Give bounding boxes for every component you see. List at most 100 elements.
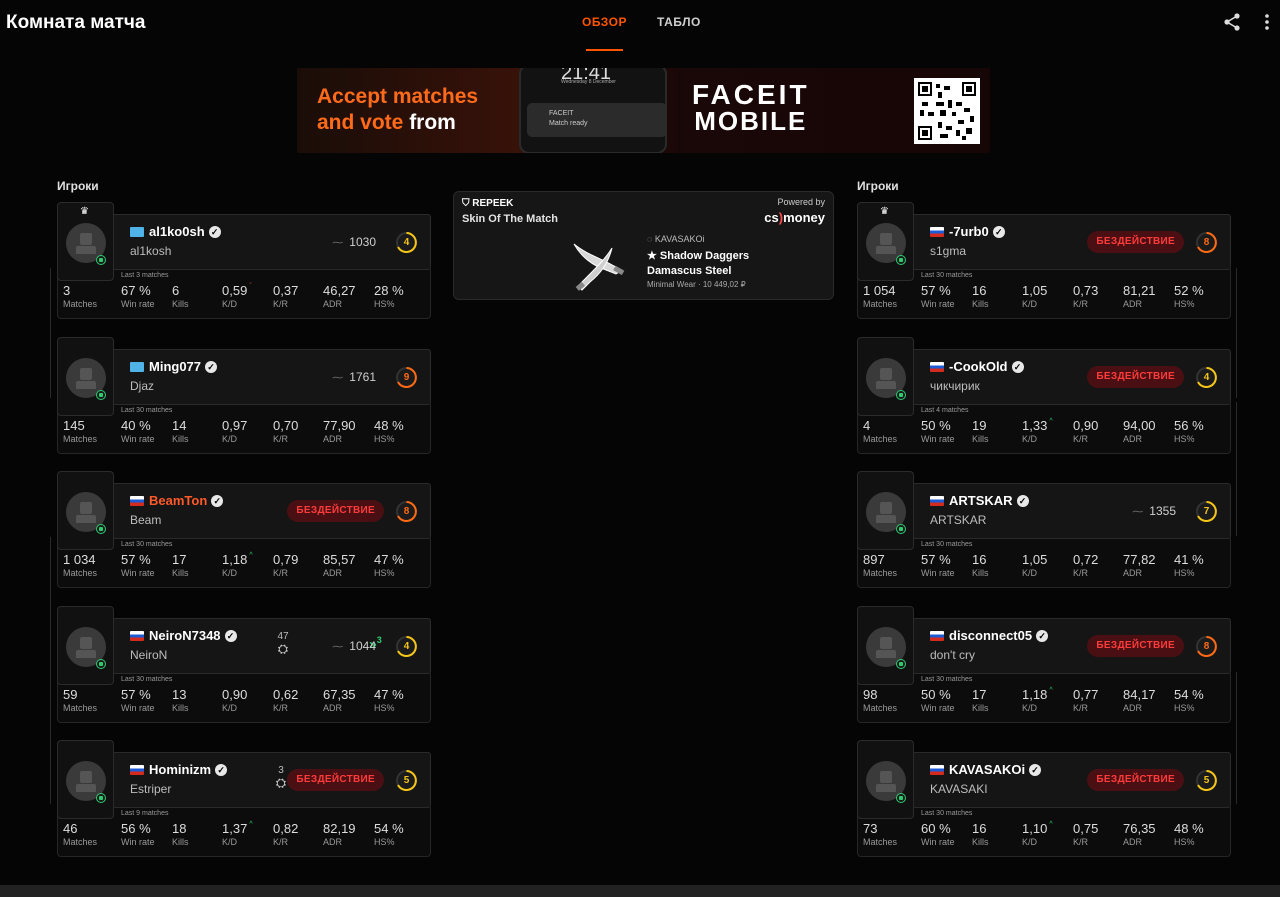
player-card[interactable]: Last 9 matches 46 Matches 56 % Win rate 18 Kil…: [57, 740, 431, 869]
verified-icon: ✓: [992, 225, 1005, 238]
player-avatar-box[interactable]: [57, 606, 114, 685]
player-card[interactable]: Last 30 matches 98 Matches 50 % Win rate 17 Ki…: [857, 606, 1231, 735]
player-avatar-box[interactable]: ♛: [57, 202, 114, 281]
player-header[interactable]: -7urb0 ✓ s1gma БЕЗДЕЙСТВИЕ 8: [912, 214, 1231, 270]
stat-adr: 84,17 ADR: [1123, 687, 1156, 713]
team-connector: [1236, 402, 1237, 536]
stat-winrate: 50 % Win rate: [921, 687, 955, 713]
player-card[interactable]: Last 30 matches 59 Matches 57 % Win rate 13 Ki…: [57, 606, 431, 735]
player-header[interactable]: -CookOld ✓ чикчирик БЕЗДЕЙСТВИЕ 4: [912, 349, 1231, 405]
stat-kr: 0,75 K/R: [1073, 821, 1099, 847]
share-icon[interactable]: [1222, 12, 1242, 32]
bottom-scrollbar[interactable]: [0, 885, 1280, 897]
stat-winrate: 57 % Win rate: [121, 687, 155, 713]
player-card[interactable]: Last 30 matches 1 034 Matches 57 % Win rate 1…: [57, 471, 431, 600]
stat-kills: 13 Kills: [172, 687, 189, 713]
crown-icon: ♛: [80, 206, 89, 217]
more-vertical-icon[interactable]: [1264, 12, 1270, 32]
stat-kd: 1,37 ^ K/D: [222, 821, 253, 847]
anti-cheat-shield-icon: [896, 793, 906, 803]
player-nickname[interactable]: Ming077 ✓: [149, 359, 218, 374]
tab-bar: ОБЗОР ТАБЛО: [582, 15, 701, 51]
stat-adr: 81,21 ADR: [1123, 283, 1156, 309]
player-avatar-box[interactable]: [857, 337, 914, 416]
player-real-name: al1kosh: [130, 244, 172, 258]
right-players-label: Игроки: [857, 179, 899, 193]
faceit-mobile-banner[interactable]: Accept matches and vote from 21:41 Wedne…: [297, 68, 990, 153]
skill-level-badge: 8: [395, 500, 418, 523]
crown-icon: ♛: [880, 206, 889, 217]
player-nickname[interactable]: al1ko0sh ✓: [149, 224, 221, 239]
powered-by-label: Powered by: [777, 197, 825, 207]
player-avatar-box[interactable]: ♛: [857, 202, 914, 281]
player-header[interactable]: disconnect05 ✓ don't cry БЕЗДЕЙСТВИЕ 8: [912, 618, 1231, 674]
player-card[interactable]: Last 30 matches 1 054 Matches 57 % Win rate 1…: [857, 202, 1231, 331]
player-avatar-box[interactable]: [857, 740, 914, 819]
player-avatar-box[interactable]: [57, 740, 114, 819]
player-nickname[interactable]: KAVASAKOi ✓: [949, 762, 1042, 777]
stat-kr: 0,77 K/R: [1073, 687, 1099, 713]
status-badge: БЕЗДЕЙСТВИЕ: [1087, 635, 1184, 657]
skin-name: ★ Shadow Daggers Damascus Steel: [647, 250, 750, 277]
stat-kr: 0,70 K/R: [273, 418, 299, 444]
verified-icon: ✓: [208, 225, 221, 238]
player-header[interactable]: Hominizm ✓ Estriper 3 ⛭ БЕЗДЕЙСТВИЕ 5: [112, 752, 431, 808]
skill-level-badge: 5: [1195, 769, 1218, 792]
player-avatar-box[interactable]: [857, 606, 914, 685]
verified-icon: ✓: [1016, 494, 1029, 507]
stat-hs: 52 % HS%: [1174, 283, 1204, 309]
stats-period: Last 3 matches: [121, 272, 169, 279]
player-avatar-box[interactable]: [57, 471, 114, 550]
player-header[interactable]: KAVASAKOi ✓ KAVASAKI БЕЗДЕЙСТВИЕ 5: [912, 752, 1231, 808]
skin-of-the-match-card[interactable]: ⛉ REPEEK Skin Of The Match Powered by cs…: [453, 191, 834, 300]
left-players-label: Игроки: [57, 179, 99, 193]
stat-adr: 85,57 ADR: [323, 552, 356, 578]
player-nickname[interactable]: -7urb0 ✓: [949, 224, 1005, 239]
country-flag-icon: [930, 765, 944, 775]
player-nickname[interactable]: Hominizm ✓: [149, 762, 228, 777]
team-connector: [1236, 268, 1237, 398]
tab-overview[interactable]: ОБЗОР: [582, 15, 627, 51]
player-card[interactable]: Last 4 matches 4 Matches 50 % Win rate 19 Kill…: [857, 337, 1231, 466]
player-nickname[interactable]: BeamTon ✓: [149, 493, 224, 508]
player-header[interactable]: Ming077 ✓ Djaz ⁓ 1761 9: [112, 349, 431, 405]
anti-cheat-shield-icon: [96, 659, 106, 669]
player-header[interactable]: ARTSKAR ✓ ARTSKAR ⁓ 1355 7: [912, 483, 1231, 539]
player-header[interactable]: al1ko0sh ✓ al1kosh ⁓ 1030 4: [112, 214, 431, 270]
player-avatar-box[interactable]: [57, 337, 114, 416]
player-card[interactable]: Last 30 matches 897 Matches 57 % Win rate 16 K…: [857, 471, 1231, 600]
country-flag-icon: [930, 362, 944, 372]
anti-cheat-shield-icon: [96, 524, 106, 534]
player-real-name: NeiroN: [130, 648, 168, 662]
player-nickname[interactable]: -CookOld ✓: [949, 359, 1024, 374]
anti-cheat-shield-icon: [896, 255, 906, 265]
status-badge: БЕЗДЕЙСТВИЕ: [287, 500, 384, 522]
verified-icon: ✓: [215, 763, 228, 776]
verified-icon: ✓: [1029, 763, 1042, 776]
player-real-name: Estriper: [130, 782, 172, 796]
stats-period: Last 4 matches: [921, 407, 969, 414]
country-flag-icon: [130, 496, 144, 506]
verified-icon: ✓: [205, 360, 218, 373]
player-card[interactable]: Last 30 matches 145 Matches 40 % Win rate 14 K…: [57, 337, 431, 466]
player-nickname[interactable]: ARTSKAR ✓: [949, 493, 1029, 508]
country-flag-icon: [130, 631, 144, 641]
player-real-name: Djaz: [130, 379, 155, 393]
stat-kills: 6 Kills: [172, 283, 189, 309]
country-flag-icon: [930, 227, 944, 237]
player-nickname[interactable]: NeiroN7348 ✓: [149, 628, 237, 643]
player-nickname[interactable]: disconnect05 ✓: [949, 628, 1049, 643]
anti-cheat-shield-icon: [96, 390, 106, 400]
status-badge: БЕЗДЕЙСТВИЕ: [287, 769, 384, 791]
tab-scoreboard[interactable]: ТАБЛО: [657, 15, 701, 29]
player-header[interactable]: NeiroN7348 ✓ NeiroN 47 ⛭ »3 ⁓ 1044 4: [112, 618, 431, 674]
stat-hs: 28 % HS%: [374, 283, 404, 309]
stat-kills: 18 Kills: [172, 821, 189, 847]
player-avatar-box[interactable]: [857, 471, 914, 550]
player-real-name: чикчирик: [930, 379, 980, 393]
player-card[interactable]: Last 30 matches 73 Matches 60 % Win rate 16 Ki…: [857, 740, 1231, 869]
skin-wear-price: Minimal Wear · 10 449,02 ₽: [647, 280, 746, 289]
player-card[interactable]: Last 3 matches 3 Matches 67 % Win rate 6 Kills…: [57, 202, 431, 331]
player-header[interactable]: BeamTon ✓ Beam БЕЗДЕЙСТВИЕ 8: [112, 483, 431, 539]
stat-hs: 48 % HS%: [374, 418, 404, 444]
